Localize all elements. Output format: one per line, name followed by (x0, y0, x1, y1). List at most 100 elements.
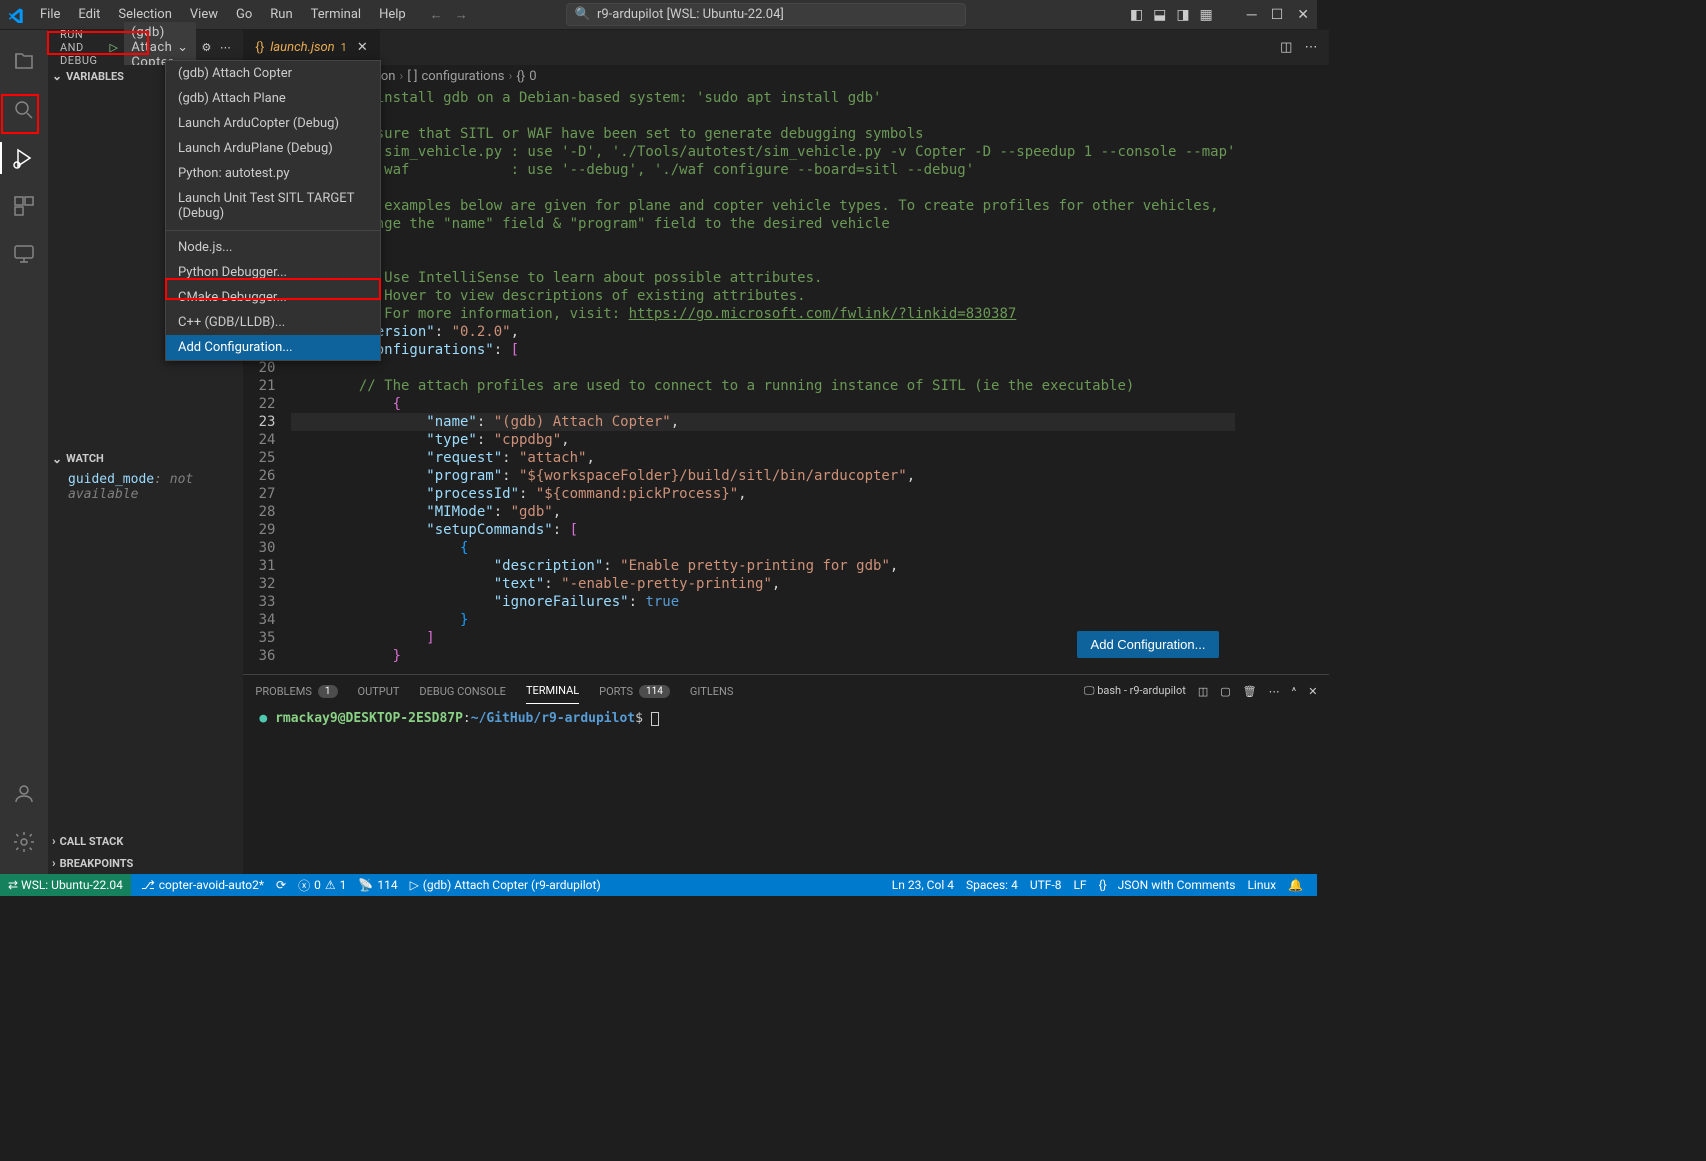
maximize-panel-icon[interactable]: ^ (1292, 685, 1297, 698)
dropdown-add-config[interactable]: Add Configuration... (166, 335, 380, 360)
menu-run[interactable]: Run (262, 3, 300, 26)
section-watch[interactable]: ⌄ WATCH (48, 448, 243, 470)
status-sync[interactable]: ⟳ (270, 878, 292, 892)
search-activity-icon[interactable] (0, 86, 48, 134)
status-debug-config[interactable]: ▷ (gdb) Attach Copter (r9-ardupilot) (404, 878, 607, 892)
new-terminal-icon[interactable]: ▢ (1220, 685, 1230, 698)
dropdown-item[interactable]: Python: autotest.py (166, 161, 380, 186)
section-callstack[interactable]: › CALL STACK (48, 830, 243, 852)
close-icon[interactable]: ✕ (1297, 7, 1309, 23)
search-icon: 🔍 (575, 7, 591, 22)
dropdown-item[interactable]: Node.js... (166, 235, 380, 260)
config-gear-icon[interactable]: ⚙ (202, 41, 212, 54)
menu-go[interactable]: Go (228, 3, 260, 26)
status-encoding[interactable]: UTF-8 (1024, 878, 1068, 892)
close-panel-icon[interactable]: ✕ (1308, 685, 1317, 698)
close-tab-icon[interactable]: ✕ (357, 40, 368, 55)
panel-tab-terminal[interactable]: TERMINAL (526, 678, 579, 704)
menu-file[interactable]: File (32, 3, 68, 26)
status-branch[interactable]: ⎇ copter-avoid-auto2* (135, 878, 270, 892)
panel-tab-ports[interactable]: PORTS 114 (599, 679, 670, 704)
layout-left-icon[interactable]: ◧ (1130, 7, 1143, 23)
start-debug-icon[interactable]: ▷ (109, 41, 118, 54)
run-debug-icon[interactable] (0, 134, 48, 182)
dropdown-item[interactable]: (gdb) Attach Copter (166, 61, 380, 86)
status-os[interactable]: Linux (1241, 878, 1282, 892)
panel-tab-gitlens[interactable]: GITLENS (690, 679, 733, 704)
dropdown-item[interactable]: (gdb) Attach Plane (166, 86, 380, 111)
more-tab-actions-icon[interactable]: ⋯ (1304, 40, 1317, 55)
split-terminal-icon[interactable]: ◫ (1198, 685, 1208, 698)
command-center[interactable]: 🔍 r9-ardupilot [WSL: Ubuntu-22.04] (566, 3, 966, 26)
sync-icon: ⟳ (276, 878, 286, 892)
status-ports[interactable]: 📡114 (352, 878, 403, 892)
chevron-right-icon: › (52, 856, 56, 870)
nav-forward-icon[interactable]: → (455, 7, 468, 23)
panel-tab-output[interactable]: OUTPUT (358, 679, 400, 704)
more-actions-icon[interactable]: ⋯ (220, 41, 232, 54)
chevron-down-icon: ⌄ (177, 40, 188, 55)
menu-help[interactable]: Help (371, 3, 414, 26)
section-breakpoints[interactable]: › BREAKPOINTS (48, 852, 243, 874)
chevron-right-icon: › (52, 834, 56, 848)
search-text: r9-ardupilot [WSL: Ubuntu-22.04] (597, 7, 784, 22)
explorer-icon[interactable] (0, 38, 48, 86)
extensions-icon[interactable] (0, 182, 48, 230)
status-line-col[interactable]: Ln 23, Col 4 (886, 878, 960, 892)
dropdown-item[interactable]: Launch ArduCopter (Debug) (166, 111, 380, 136)
statusbar: ⇄ WSL: Ubuntu-22.04 ⎇ copter-avoid-auto2… (0, 874, 1317, 896)
debug-icon: ▷ (410, 878, 419, 892)
dropdown-item[interactable]: Launch Unit Test SITL TARGET (Debug) (166, 186, 380, 226)
menu-edit[interactable]: Edit (70, 3, 108, 26)
status-lang[interactable]: {} JSON with Comments (1093, 878, 1242, 892)
ports-icon: 📡 (358, 878, 373, 892)
kill-terminal-icon[interactable]: 🗑 (1243, 685, 1257, 698)
error-icon: ⓧ (298, 877, 310, 894)
chevron-down-icon: ⌄ (52, 69, 62, 83)
titlebar: File Edit Selection View Go Run Terminal… (0, 0, 1317, 30)
branch-icon: ⎇ (141, 878, 155, 892)
status-problems[interactable]: ⓧ0 ⚠1 (292, 877, 352, 894)
activity-bar (0, 30, 48, 874)
status-remote[interactable]: ⇄ WSL: Ubuntu-22.04 (0, 874, 131, 896)
watch-item[interactable]: guided_mode: not available (48, 470, 243, 504)
json-file-icon: {} (255, 40, 264, 55)
nav-back-icon[interactable]: ← (430, 7, 443, 23)
menu-terminal[interactable]: Terminal (303, 3, 369, 26)
terminal[interactable]: ● rmackay9@DESKTOP-2ESD87P:~/GitHub/r9-a… (243, 707, 1329, 874)
terminal-dropdown[interactable]: 🖵 bash - r9-ardupilot (1084, 684, 1186, 698)
breadcrumb[interactable]: .vscode › {} launch.json › [ ] configura… (243, 65, 1329, 87)
tab-bar: {} launch.json 1 ✕ ◫ ⋯ (243, 30, 1329, 65)
layout-grid-icon[interactable]: ▦ (1200, 7, 1213, 23)
modified-indicator: 1 (341, 41, 347, 54)
dropdown-item[interactable]: Launch ArduPlane (Debug) (166, 136, 380, 161)
layout-bottom-icon[interactable]: ⬓ (1153, 7, 1166, 23)
maximize-icon[interactable]: ☐ (1271, 7, 1284, 23)
minimap[interactable] (1235, 87, 1329, 674)
status-notifications-icon[interactable]: 🔔 (1282, 878, 1309, 892)
warning-icon: ⚠ (325, 878, 336, 892)
chevron-down-icon: ⌄ (52, 452, 62, 466)
remote-explorer-icon[interactable] (0, 230, 48, 278)
sidebar-title: RUN AND DEBUG (60, 28, 97, 67)
dropdown-item[interactable]: CMake Debugger... (166, 285, 380, 310)
more-panel-icon[interactable]: ⋯ (1269, 685, 1280, 698)
status-eol[interactable]: LF (1067, 878, 1092, 892)
menu-bar: File Edit Selection View Go Run Terminal… (32, 3, 414, 26)
settings-gear-icon[interactable] (0, 818, 48, 866)
layout-right-icon[interactable]: ◨ (1176, 7, 1189, 23)
editor[interactable]: 5678910111213141516171819202122232425262… (243, 87, 1329, 674)
status-spaces[interactable]: Spaces: 4 (960, 878, 1024, 892)
panel: PROBLEMS 1 OUTPUT DEBUG CONSOLE TERMINAL… (243, 674, 1329, 874)
tab-filename: launch.json (270, 40, 334, 55)
minimize-icon[interactable]: ─ (1247, 6, 1257, 23)
dropdown-item[interactable]: Python Debugger... (166, 260, 380, 285)
panel-tab-problems[interactable]: PROBLEMS 1 (255, 679, 337, 704)
accounts-icon[interactable] (0, 770, 48, 818)
add-configuration-button[interactable]: Add Configuration... (1077, 631, 1220, 658)
config-dropdown-menu: (gdb) Attach Copter (gdb) Attach Plane L… (165, 60, 381, 361)
split-editor-icon[interactable]: ◫ (1280, 40, 1292, 55)
panel-tab-debug-console[interactable]: DEBUG CONSOLE (419, 679, 506, 704)
remote-icon: ⇄ (8, 878, 18, 892)
dropdown-item[interactable]: C++ (GDB/LLDB)... (166, 310, 380, 335)
